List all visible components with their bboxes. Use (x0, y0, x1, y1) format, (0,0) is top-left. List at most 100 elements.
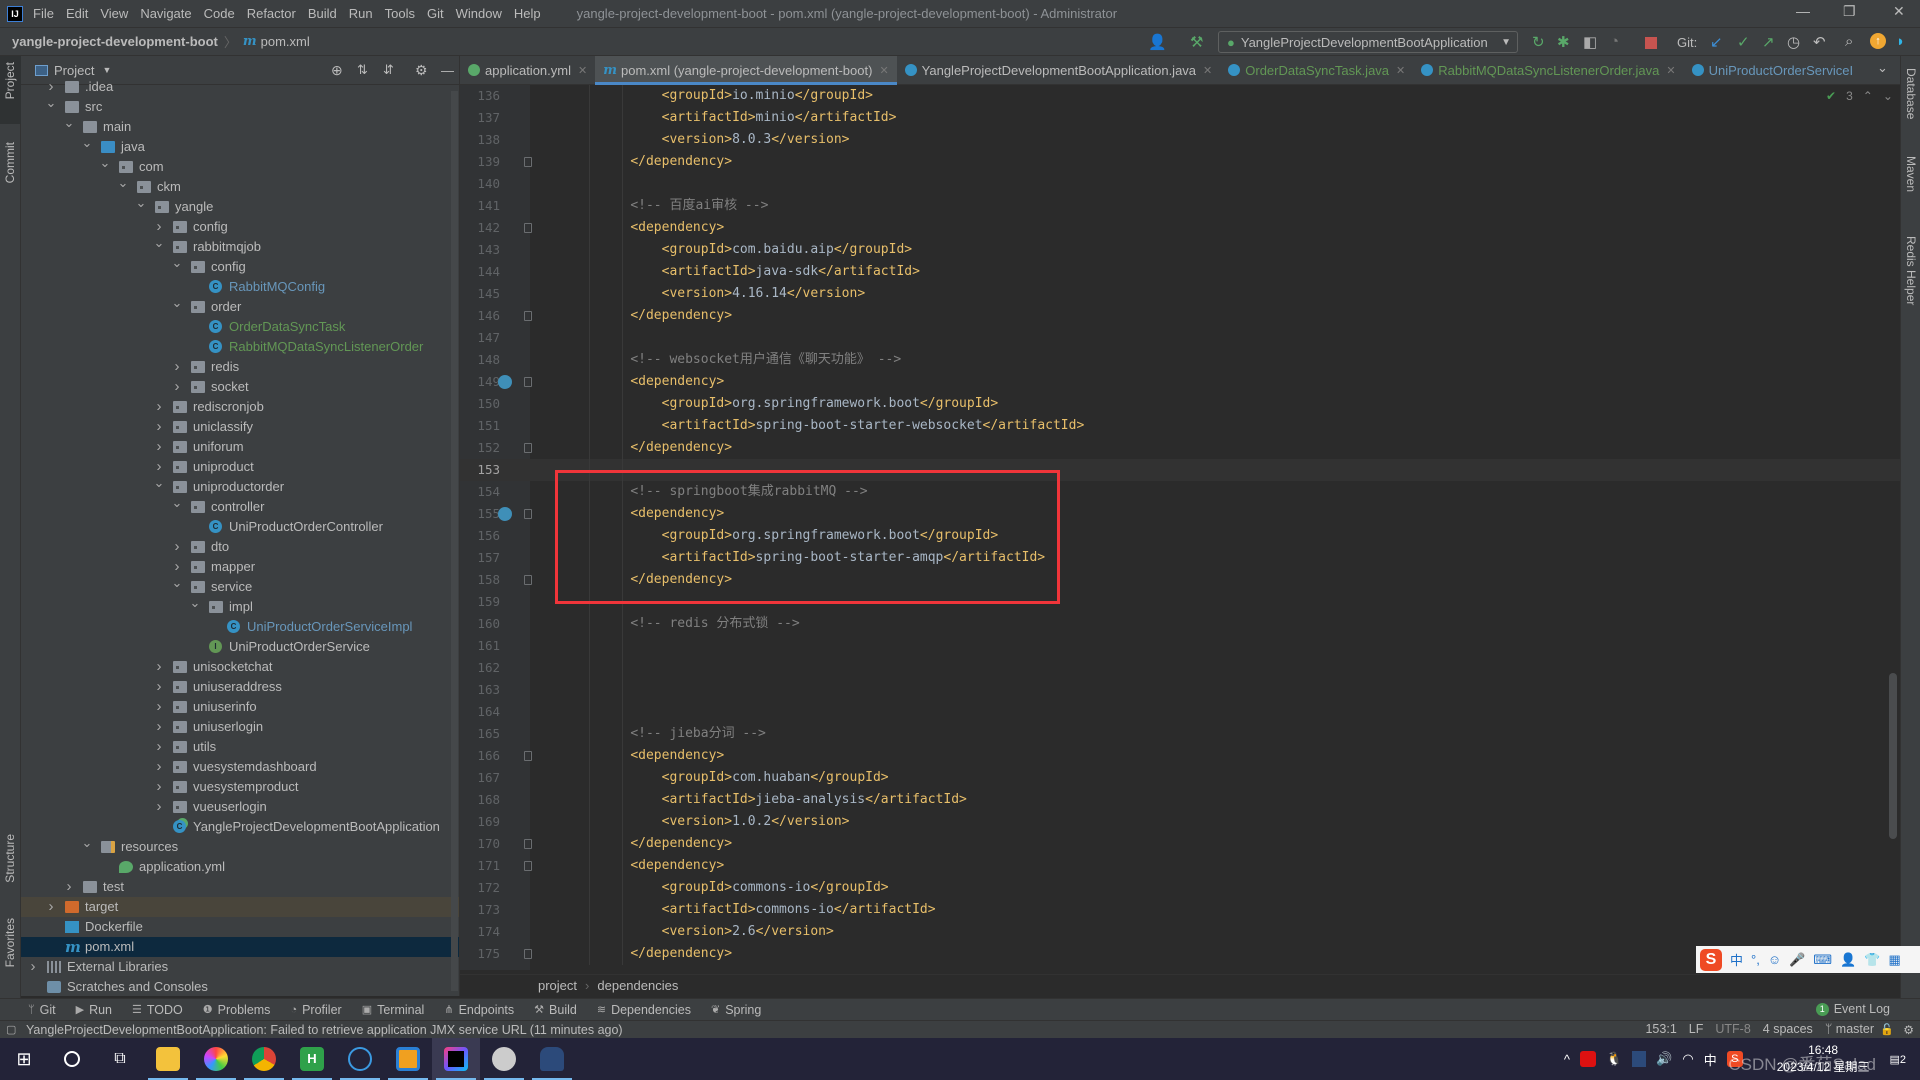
tree-item[interactable]: ⌄ service (21, 575, 459, 597)
tool-window-terminal[interactable]: ▣ Terminal (362, 1003, 425, 1017)
chevron-right-icon[interactable]: › (63, 877, 75, 897)
tree-item[interactable]: ⌄ impl (21, 595, 459, 617)
taskbar-cat-app[interactable] (528, 1038, 576, 1080)
git-commit-icon[interactable]: ✓ (1737, 33, 1750, 51)
chevron-right-icon[interactable]: › (45, 897, 57, 917)
close-tab-icon[interactable]: ✕ (578, 64, 587, 77)
status-message[interactable]: YangleProjectDevelopmentBootApplication:… (26, 1023, 623, 1037)
chevron-down-icon[interactable]: ⌄ (171, 293, 183, 313)
tree-item[interactable]: › rediscronjob (21, 397, 459, 417)
inspection-widget[interactable]: ✔ 3 ⌃ ⌄ (1826, 89, 1893, 103)
menu-view[interactable]: View (100, 6, 128, 21)
taskbar-chrome[interactable] (240, 1038, 288, 1080)
chevron-down-icon[interactable]: ⌄ (153, 473, 165, 493)
show-hidden-icons[interactable]: ^ (1564, 1052, 1570, 1067)
collapse-all-icon[interactable]: ⇵ (383, 62, 394, 78)
git-branch[interactable]: ᛘ master (1825, 1022, 1874, 1036)
tree-item[interactable]: › unisocketchat (21, 657, 459, 677)
tree-item[interactable]: ⌄ uniproductorder (21, 475, 459, 497)
tree-item[interactable]: Scratches and Consoles (21, 977, 459, 996)
cat-tray-icon[interactable] (1632, 1051, 1647, 1067)
microphone-icon[interactable]: 🎤 (1789, 952, 1805, 968)
tree-item[interactable]: › target (21, 897, 459, 917)
indent-setting[interactable]: 4 spaces (1763, 1022, 1813, 1036)
fold-marker-icon[interactable] (524, 751, 532, 761)
taskbar-app-window[interactable] (384, 1038, 432, 1080)
close-icon[interactable]: ✕ (1893, 3, 1905, 20)
tree-item[interactable]: › uniuserinfo (21, 697, 459, 717)
git-push-icon[interactable]: ↗ (1762, 33, 1775, 51)
menu-help[interactable]: Help (514, 6, 541, 21)
tree-item[interactable]: C RabbitMQConfig (21, 277, 459, 297)
breadcrumb-dependencies-tag[interactable]: dependencies (597, 978, 678, 993)
run-configuration-select[interactable]: ● YangleProjectDevelopmentBootApplicatio… (1218, 31, 1518, 53)
tree-item[interactable]: C RabbitMQDataSyncListenerOrder (21, 337, 459, 357)
tool-window-todo[interactable]: ☰ TODO (132, 1003, 183, 1017)
tree-item[interactable]: ⌄ resources (21, 835, 459, 857)
tree-item[interactable]: ⌄ ckm (21, 175, 459, 197)
tree-item[interactable]: ⌄ controller (21, 495, 459, 517)
tree-item[interactable]: Dockerfile (21, 917, 459, 937)
taskbar-intellij[interactable] (432, 1038, 480, 1080)
chevron-right-icon[interactable]: › (153, 397, 165, 417)
file-encoding[interactable]: UTF-8 (1715, 1022, 1750, 1036)
tool-redis-helper[interactable]: Redis Helper (1904, 236, 1918, 305)
breadcrumb-project[interactable]: yangle-project-development-boot (12, 34, 218, 49)
chevron-right-icon[interactable]: › (153, 737, 165, 757)
chevron-right-icon[interactable]: › (153, 437, 165, 457)
taskbar-explorer[interactable] (144, 1038, 192, 1080)
menu-navigate[interactable]: Navigate (140, 6, 191, 21)
chevron-right-icon[interactable]: › (153, 657, 165, 677)
tree-item[interactable]: ⌄ order (21, 295, 459, 317)
menu-tools[interactable]: Tools (385, 6, 415, 21)
chevron-down-icon[interactable]: ⌄ (135, 193, 147, 213)
fold-marker-icon[interactable] (524, 157, 532, 167)
tree-item[interactable]: › test (21, 877, 459, 897)
tabs-overflow-chevron-icon[interactable]: ⌄ (1877, 60, 1888, 76)
event-settings-icon[interactable]: ⚙ (1903, 1023, 1914, 1037)
tool-maven[interactable]: Maven (1904, 156, 1918, 192)
tool-window-run[interactable]: ▶ Run (76, 1003, 112, 1017)
fold-marker-icon[interactable] (524, 861, 532, 871)
project-view-select[interactable]: Project (54, 63, 94, 78)
tool-structure[interactable]: Structure (3, 834, 17, 883)
tree-item[interactable]: I UniProductOrderService (21, 637, 459, 657)
chevron-down-icon[interactable]: ⌄ (171, 493, 183, 513)
menu-refactor[interactable]: Refactor (247, 6, 296, 21)
tree-item[interactable]: › uniuserlogin (21, 717, 459, 737)
caret-position[interactable]: 153:1 (1645, 1022, 1676, 1036)
tree-item[interactable]: › dto (21, 537, 459, 557)
fold-marker-icon[interactable] (524, 575, 532, 585)
tree-item[interactable]: › uniuseraddress (21, 677, 459, 697)
gear-icon[interactable]: ⚙ (415, 62, 428, 79)
minimize-icon[interactable]: — (1796, 3, 1810, 19)
chevron-down-icon[interactable]: ⌄ (171, 253, 183, 273)
fold-marker-icon[interactable] (524, 839, 532, 849)
previous-highlight-icon[interactable]: ⌃ (1863, 89, 1873, 103)
menu-build[interactable]: Build (308, 6, 337, 21)
tree-item[interactable]: › External Libraries (21, 957, 459, 977)
tool-database[interactable]: Database (1904, 68, 1918, 119)
tree-item[interactable]: › mapper (21, 557, 459, 577)
taskbar-app-colorful[interactable] (192, 1038, 240, 1080)
next-highlight-icon[interactable]: ⌄ (1883, 89, 1893, 103)
editor-tab[interactable]: RabbitMQDataSyncListenerOrder.java ✕ (1413, 56, 1683, 84)
git-update-icon[interactable]: ↙ (1710, 33, 1723, 51)
tool-project[interactable]: Project (3, 62, 17, 99)
chevron-right-icon[interactable]: › (171, 537, 183, 557)
tree-item[interactable]: › uniproduct (21, 457, 459, 477)
taskbar-avatar-app[interactable] (480, 1038, 528, 1080)
plugin-icon[interactable]: ◗ (1896, 33, 1905, 50)
tree-item[interactable]: ⌄ yangle (21, 195, 459, 217)
editor-scrollbar[interactable] (1889, 673, 1897, 839)
editor-tab[interactable]: OrderDataSyncTask.java ✕ (1220, 56, 1413, 84)
chevron-down-icon[interactable]: ⌄ (99, 153, 111, 173)
qq-icon[interactable]: 🐧 (1606, 1051, 1622, 1067)
sogou-tray-icon[interactable]: S (1726, 1051, 1743, 1067)
tree-item[interactable]: ⌄ com (21, 155, 459, 177)
close-tab-icon[interactable]: ✕ (1666, 64, 1675, 77)
chevron-right-icon[interactable]: › (153, 717, 165, 737)
close-tab-icon[interactable]: ✕ (1396, 64, 1405, 77)
keyboard-icon[interactable]: ⌨ (1813, 952, 1832, 968)
tool-window-spring[interactable]: ❦ Spring (711, 1003, 761, 1017)
